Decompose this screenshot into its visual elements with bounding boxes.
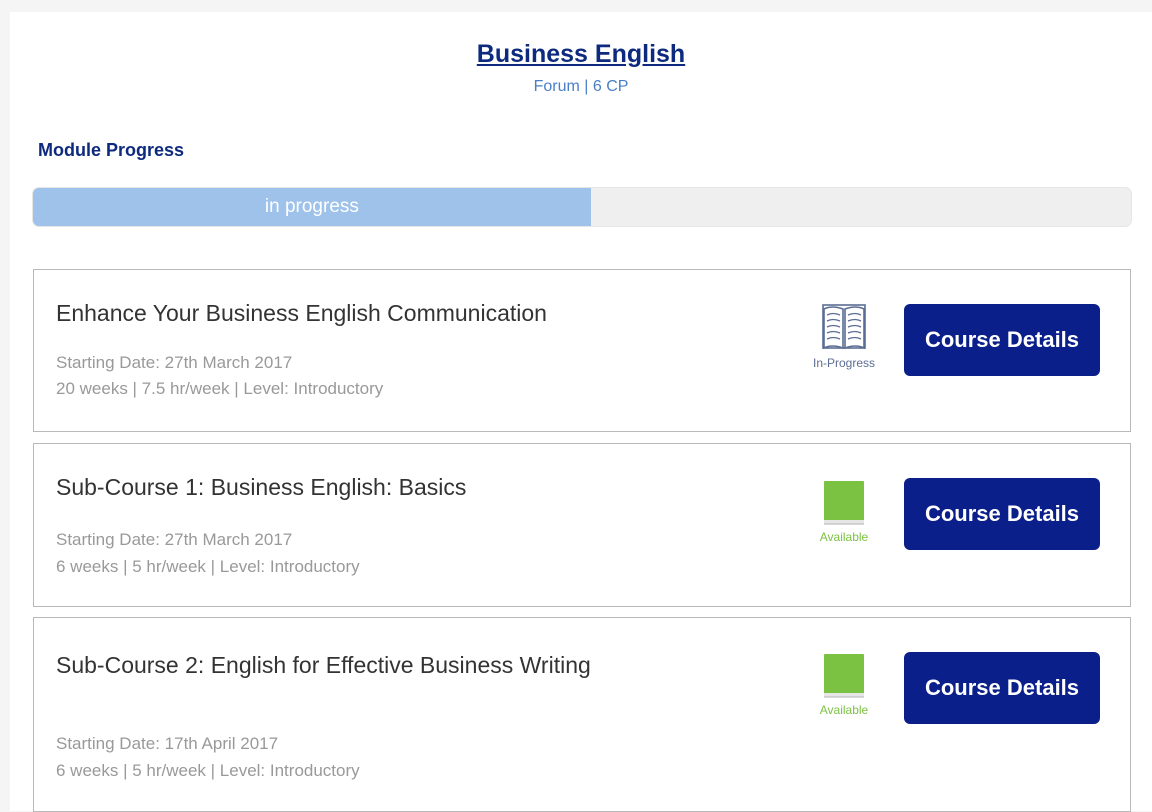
module-title-link[interactable]: Business English bbox=[10, 40, 1152, 69]
module-panel: Business English Forum | 6 CP Module Pro… bbox=[10, 12, 1152, 812]
course-card: Sub-Course 2: English for Effective Busi… bbox=[33, 617, 1131, 812]
course-start-date: Starting Date: 27th March 2017 bbox=[56, 353, 293, 372]
module-progress-label: in progress bbox=[264, 196, 359, 217]
course-details-text: 6 weeks | 5 hr/week | Level: Introductor… bbox=[56, 557, 360, 576]
course-details-text: 6 weeks | 5 hr/week | Level: Introductor… bbox=[56, 761, 360, 780]
course-status: Available bbox=[804, 651, 884, 717]
module-progress-heading: Module Progress bbox=[38, 140, 185, 160]
course-start-date: Starting Date: 17th April 2017 bbox=[56, 734, 279, 753]
course-details-text: 20 weeks | 7.5 hr/week | Level: Introduc… bbox=[56, 379, 384, 398]
course-status: Available bbox=[804, 478, 884, 544]
course-title: Sub-Course 1: Business English: Basics bbox=[56, 474, 467, 500]
closed-book-icon bbox=[824, 481, 864, 525]
module-progress-fill: in progress bbox=[33, 188, 591, 226]
course-title: Sub-Course 2: English for Effective Busi… bbox=[56, 652, 591, 678]
course-card: Sub-Course 1: Business English: Basics S… bbox=[33, 443, 1131, 607]
closed-book-icon bbox=[824, 654, 864, 698]
course-status: In-Progress bbox=[804, 300, 884, 370]
course-details-button[interactable]: Course Details bbox=[904, 652, 1100, 724]
course-status-label: Available bbox=[819, 703, 869, 717]
course-status-label: In-Progress bbox=[812, 356, 876, 370]
course-details-button[interactable]: Course Details bbox=[904, 478, 1100, 550]
course-title: Enhance Your Business English Communicat… bbox=[56, 300, 547, 326]
course-status-label: Available bbox=[819, 530, 869, 544]
course-card: Enhance Your Business English Communicat… bbox=[33, 269, 1131, 432]
module-progress-bar: in progress bbox=[32, 187, 1132, 227]
course-details-button[interactable]: Course Details bbox=[904, 304, 1100, 376]
open-book-icon bbox=[822, 304, 866, 350]
course-start-date: Starting Date: 27th March 2017 bbox=[56, 530, 293, 549]
module-subtitle: Forum | 6 CP bbox=[533, 78, 629, 95]
